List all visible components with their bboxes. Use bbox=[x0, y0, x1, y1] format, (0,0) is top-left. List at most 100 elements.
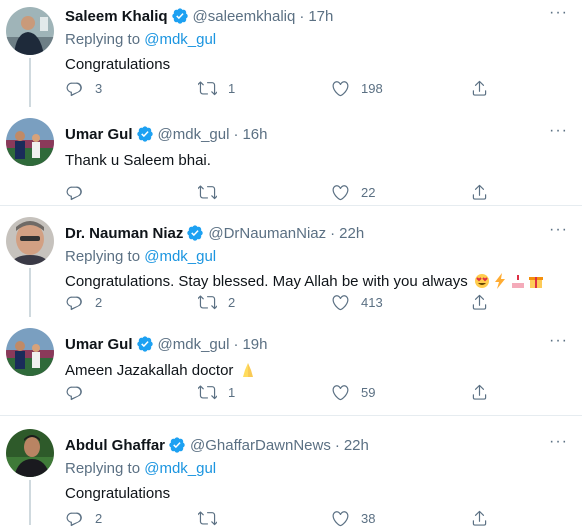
like-button[interactable]: 38 bbox=[331, 509, 375, 528]
reply-button[interactable]: 2 bbox=[65, 509, 102, 528]
author-name[interactable]: Umar Gul bbox=[65, 336, 133, 353]
separator: · bbox=[334, 436, 340, 454]
more-icon[interactable]: ··· bbox=[549, 332, 568, 350]
mention-link[interactable]: @mdk_gul bbox=[144, 31, 216, 48]
thread-line bbox=[29, 58, 31, 107]
more-icon[interactable]: ··· bbox=[549, 122, 568, 140]
thread-line bbox=[29, 268, 31, 317]
retweet-count: 1 bbox=[228, 81, 236, 96]
reply-button[interactable] bbox=[65, 183, 95, 202]
share-icon bbox=[470, 383, 489, 402]
more-icon[interactable]: ··· bbox=[549, 4, 568, 22]
like-button[interactable]: 413 bbox=[331, 293, 383, 312]
verified-icon bbox=[171, 7, 189, 25]
reply-icon bbox=[65, 509, 84, 528]
tweet-actions: 2 38 bbox=[65, 509, 495, 529]
timestamp[interactable]: 22h bbox=[339, 225, 364, 242]
tweet-text-row: Ameen Jazakallah doctor bbox=[65, 361, 572, 381]
share-button[interactable] bbox=[470, 383, 489, 402]
like-count: 59 bbox=[361, 385, 376, 400]
avatar[interactable] bbox=[6, 118, 54, 166]
retweet-button[interactable] bbox=[198, 509, 228, 528]
author-handle[interactable]: @mdk_gul bbox=[158, 336, 230, 353]
share-button[interactable] bbox=[470, 293, 489, 312]
reply-icon bbox=[65, 183, 84, 202]
share-button[interactable] bbox=[470, 79, 489, 98]
replying-to: Replying to @mdk_gul bbox=[65, 460, 572, 480]
verified-icon bbox=[168, 436, 186, 454]
lightning-icon bbox=[494, 273, 505, 289]
retweet-button[interactable]: 2 bbox=[198, 293, 235, 312]
retweet-icon bbox=[198, 383, 217, 402]
author-name[interactable]: Abdul Ghaffar bbox=[65, 437, 165, 454]
separator: · bbox=[299, 7, 305, 25]
reply-icon bbox=[65, 383, 84, 402]
tweet-umar-gul-2[interactable]: Umar Gul @mdk_gul · 19h Ameen Jazakallah… bbox=[0, 317, 582, 416]
author-handle[interactable]: @saleemkhaliq bbox=[193, 8, 296, 25]
timestamp[interactable]: 19h bbox=[242, 336, 267, 353]
verified-icon bbox=[136, 335, 154, 353]
retweet-button[interactable]: 1 bbox=[198, 79, 235, 98]
share-icon bbox=[470, 183, 489, 202]
avatar[interactable] bbox=[6, 217, 54, 265]
mention-link[interactable]: @mdk_gul bbox=[144, 248, 216, 265]
author-handle[interactable]: @mdk_gul bbox=[158, 126, 230, 143]
tweet-text: Congratulations bbox=[65, 485, 171, 502]
tweet-actions: 1 59 bbox=[65, 383, 495, 403]
share-icon bbox=[470, 79, 489, 98]
reply-count: 3 bbox=[95, 81, 103, 96]
tweet-actions: 2 2 413 bbox=[65, 293, 495, 313]
retweet-icon bbox=[198, 509, 217, 528]
separator: · bbox=[233, 335, 239, 353]
tweet-abdul-ghaffar[interactable]: Abdul Ghaffar @GhaffarDawnNews · 22h Rep… bbox=[0, 416, 582, 525]
author-handle[interactable]: @DrNaumanNiaz bbox=[208, 225, 326, 242]
author-name[interactable]: Dr. Nauman Niaz bbox=[65, 225, 183, 242]
reply-button[interactable] bbox=[65, 383, 95, 402]
replying-label: Replying to bbox=[65, 248, 141, 265]
like-count: 22 bbox=[361, 185, 376, 200]
avatar[interactable] bbox=[6, 328, 54, 376]
tweet-umar-gul[interactable]: Umar Gul @mdk_gul · 16h Thank u Saleem b… bbox=[0, 107, 582, 206]
timestamp[interactable]: 16h bbox=[242, 126, 267, 143]
retweet-count: 1 bbox=[228, 385, 236, 400]
retweet-count: 2 bbox=[228, 295, 236, 310]
more-icon[interactable]: ··· bbox=[549, 221, 568, 239]
author-name[interactable]: Saleem Khaliq bbox=[65, 8, 168, 25]
mention-link[interactable]: @mdk_gul bbox=[144, 460, 216, 477]
more-icon[interactable]: ··· bbox=[549, 433, 568, 451]
verified-icon bbox=[186, 224, 204, 242]
verified-icon bbox=[136, 125, 154, 143]
tweet-saleem-khaliq[interactable]: Saleem Khaliq @saleemkhaliq · 17h Replyi… bbox=[0, 0, 582, 107]
reply-button[interactable]: 2 bbox=[65, 293, 102, 312]
tweet-nauman-niaz[interactable]: Dr. Nauman Niaz @DrNaumanNiaz · 22h Repl… bbox=[0, 206, 582, 317]
author-name[interactable]: Umar Gul bbox=[65, 126, 133, 143]
avatar[interactable] bbox=[6, 7, 54, 55]
timestamp[interactable]: 17h bbox=[308, 8, 333, 25]
tweet-text-row: Congratulations. Stay blessed. May Allah… bbox=[65, 272, 572, 292]
heart-eyes-icon bbox=[474, 274, 489, 288]
like-button[interactable]: 59 bbox=[331, 383, 375, 402]
author-handle[interactable]: @GhaffarDawnNews bbox=[190, 437, 331, 454]
like-button[interactable]: 22 bbox=[331, 183, 375, 202]
like-icon bbox=[331, 293, 350, 312]
retweet-icon bbox=[198, 293, 217, 312]
timestamp[interactable]: 22h bbox=[344, 437, 369, 454]
reply-count: 2 bbox=[95, 511, 103, 526]
retweet-icon bbox=[198, 183, 217, 202]
share-icon bbox=[470, 293, 489, 312]
like-icon bbox=[331, 509, 350, 528]
tweet-text: Congratulations. Stay blessed. May Allah… bbox=[65, 273, 468, 290]
like-button[interactable]: 198 bbox=[331, 79, 383, 98]
tweet-text: Congratulations bbox=[65, 56, 171, 73]
retweet-button[interactable]: 1 bbox=[198, 383, 235, 402]
reply-button[interactable]: 3 bbox=[65, 79, 102, 98]
share-button[interactable] bbox=[470, 509, 489, 528]
like-icon bbox=[331, 79, 350, 98]
replying-to: Replying to @mdk_gul bbox=[65, 248, 572, 268]
like-icon bbox=[331, 383, 350, 402]
avatar[interactable] bbox=[6, 429, 54, 477]
reply-count: 2 bbox=[95, 295, 103, 310]
share-button[interactable] bbox=[470, 183, 489, 202]
like-count: 198 bbox=[361, 81, 383, 96]
retweet-button[interactable] bbox=[198, 183, 228, 202]
